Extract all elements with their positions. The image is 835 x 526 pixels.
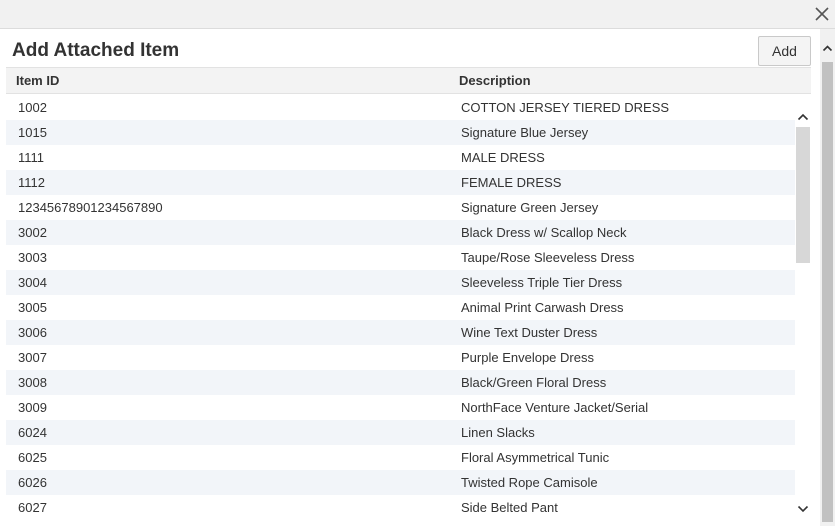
item-id-cell: 1002 xyxy=(18,100,47,115)
description-cell: Taupe/Rose Sleeveless Dress xyxy=(461,250,635,265)
dialog-title: Add Attached Item xyxy=(12,40,180,61)
item-id-cell: 6025 xyxy=(18,450,47,465)
add-button[interactable]: Add xyxy=(758,36,811,66)
description-cell: Linen Slacks xyxy=(461,425,535,440)
chevron-up-icon[interactable] xyxy=(797,111,809,123)
table-row[interactable]: 1111 MALE DRESS xyxy=(6,145,795,170)
item-id-cell: 6027 xyxy=(18,500,47,515)
table-row[interactable]: 6024 Linen Slacks xyxy=(6,420,795,445)
item-id-cell: 1111 xyxy=(18,150,45,165)
description-cell: Twisted Rope Camisole xyxy=(461,475,598,490)
item-id-cell: 6026 xyxy=(18,475,47,490)
table-row[interactable]: 1015 Signature Blue Jersey xyxy=(6,120,795,145)
description-cell: Signature Blue Jersey xyxy=(461,125,589,140)
column-header-description[interactable]: Description xyxy=(459,73,531,88)
item-id-cell: 1015 xyxy=(18,125,47,140)
description-cell: COTTON JERSEY TIERED DRESS xyxy=(461,100,670,115)
column-header-item-id[interactable]: Item ID xyxy=(16,73,59,88)
item-id-cell: 3003 xyxy=(18,250,47,265)
item-id-cell: 3005 xyxy=(18,300,47,315)
description-cell: Black/Green Floral Dress xyxy=(461,375,607,390)
grid-scrollbar-thumb[interactable] xyxy=(796,127,810,263)
table-row[interactable]: 6026 Twisted Rope Camisole xyxy=(6,470,795,495)
grid-scrollbar[interactable] xyxy=(795,105,811,526)
chevron-down-icon[interactable] xyxy=(797,503,809,515)
add-attached-item-dialog: Add Attached Item Add Item ID Descriptio… xyxy=(0,29,820,526)
table-row[interactable]: 1112 FEMALE DRESS xyxy=(6,170,795,195)
description-cell: MALE DRESS xyxy=(461,150,545,165)
description-cell: Wine Text Duster Dress xyxy=(461,325,598,340)
item-id-cell: 1112 xyxy=(18,175,45,190)
table-row[interactable]: 3009 NorthFace Venture Jacket/Serial xyxy=(6,395,795,420)
table-row[interactable]: 3007 Purple Envelope Dress xyxy=(6,345,795,370)
table-row[interactable]: 3002 Black Dress w/ Scallop Neck xyxy=(6,220,795,245)
table-row[interactable]: 1002 COTTON JERSEY TIERED DRESS xyxy=(6,95,795,120)
table-row[interactable]: 6027 Side Belted Pant xyxy=(6,495,795,520)
description-cell: Purple Envelope Dress xyxy=(461,350,594,365)
chevron-up-icon[interactable] xyxy=(822,43,833,54)
item-id-cell: 3006 xyxy=(18,325,47,340)
description-cell: FEMALE DRESS xyxy=(461,175,562,190)
window-top-bar xyxy=(0,0,835,29)
table-row[interactable]: 12345678901234567890 Signature Green Jer… xyxy=(6,195,795,220)
table-row[interactable]: 3005 Animal Print Carwash Dress xyxy=(6,295,795,320)
description-cell: Black Dress w/ Scallop Neck xyxy=(461,225,627,240)
item-id-cell: 3009 xyxy=(18,400,47,415)
item-id-cell: 3007 xyxy=(18,350,47,365)
item-id-cell: 3002 xyxy=(18,225,47,240)
description-cell: Side Belted Pant xyxy=(461,500,558,515)
item-id-cell: 3008 xyxy=(18,375,47,390)
description-cell: Floral Asymmetrical Tunic xyxy=(461,450,610,465)
description-cell: NorthFace Venture Jacket/Serial xyxy=(461,400,649,415)
close-icon[interactable] xyxy=(813,5,831,23)
table-row[interactable]: 6025 Floral Asymmetrical Tunic xyxy=(6,445,795,470)
page-scrollbar-thumb[interactable] xyxy=(822,62,833,522)
description-cell: Signature Green Jersey xyxy=(461,200,599,215)
item-id-cell: 6024 xyxy=(18,425,47,440)
table-row[interactable]: 3006 Wine Text Duster Dress xyxy=(6,320,795,345)
page-scrollbar[interactable] xyxy=(820,29,835,526)
table-row[interactable]: 3004 Sleeveless Triple Tier Dress xyxy=(6,270,795,295)
item-id-cell: 3004 xyxy=(18,275,47,290)
table-row[interactable]: 3003 Taupe/Rose Sleeveless Dress xyxy=(6,245,795,270)
table-row[interactable]: 3008 Black/Green Floral Dress xyxy=(6,370,795,395)
description-cell: Animal Print Carwash Dress xyxy=(461,300,624,315)
grid-header: Item ID Description xyxy=(6,67,811,94)
grid-body: 1002 COTTON JERSEY TIERED DRESS 1015 Sig… xyxy=(6,95,795,526)
item-id-cell: 12345678901234567890 xyxy=(18,200,163,215)
description-cell: Sleeveless Triple Tier Dress xyxy=(461,275,623,290)
